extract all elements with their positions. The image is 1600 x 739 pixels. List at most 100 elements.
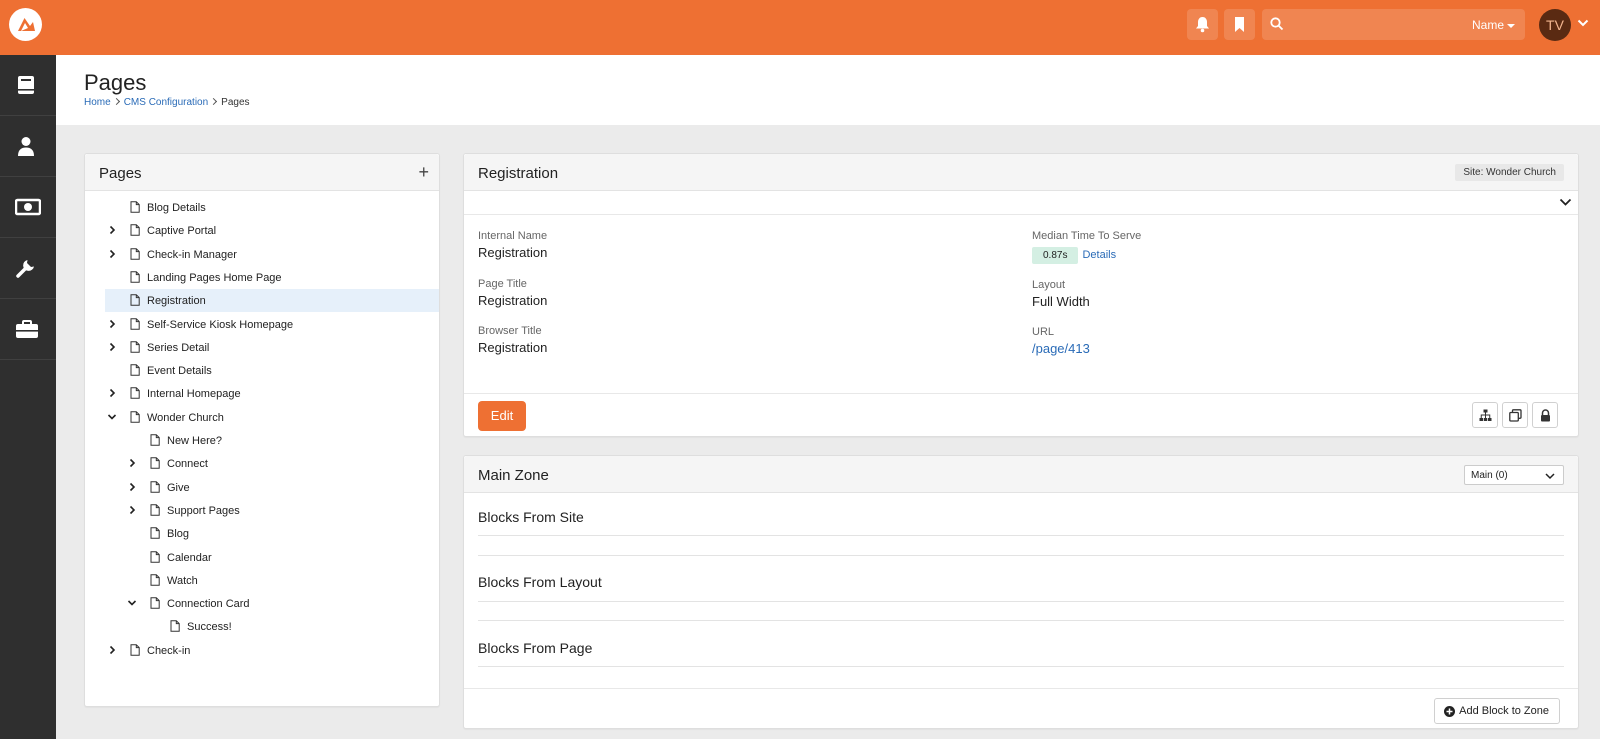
site-badge: Site: Wonder Church xyxy=(1455,164,1564,181)
tree-item-label: Landing Pages Home Page xyxy=(147,271,282,284)
page-title: Pages xyxy=(84,70,147,95)
browser-title-label: Browser Title xyxy=(478,325,542,337)
detail-collapse-bar[interactable] xyxy=(464,191,1578,215)
rock-logo[interactable] xyxy=(9,8,42,41)
file-icon xyxy=(130,643,140,656)
sidebar-item-admin-tools[interactable] xyxy=(0,238,56,299)
caret-down-icon xyxy=(1507,23,1515,28)
file-icon xyxy=(150,457,160,470)
child-pages-button[interactable] xyxy=(1472,402,1498,428)
blocks-from-page-title: Blocks From Page xyxy=(478,640,593,656)
tree-item-label: Success! xyxy=(187,621,232,634)
tree-item[interactable]: Support Pages xyxy=(105,499,439,522)
file-icon xyxy=(170,620,180,633)
chevron-right-icon[interactable] xyxy=(107,249,117,259)
tree-item[interactable]: New Here? xyxy=(105,429,439,452)
tree-item-label: Blog Details xyxy=(147,202,206,214)
file-icon xyxy=(150,504,160,516)
url-link[interactable]: /page/413 xyxy=(1032,341,1090,356)
wrench-icon xyxy=(16,260,34,278)
chevron-right-icon[interactable] xyxy=(107,342,117,352)
file-icon xyxy=(130,410,140,423)
tree-item[interactable]: Calendar xyxy=(105,546,439,569)
tree-item[interactable]: Blog Details xyxy=(105,196,439,219)
chevron-down-icon[interactable] xyxy=(1559,197,1572,207)
sidebar-item-finance[interactable] xyxy=(0,177,56,238)
tree-item-label: Captive Portal xyxy=(147,225,217,238)
pages-tree-title: Pages xyxy=(99,165,142,182)
file-icon xyxy=(150,434,160,446)
page-detail-title: Registration xyxy=(478,165,559,182)
tree-item[interactable]: Blog xyxy=(105,522,439,545)
tree-item[interactable]: Captive Portal xyxy=(105,219,439,242)
add-block-button[interactable]: Add Block to Zone xyxy=(1434,698,1560,724)
chevron-down-icon[interactable] xyxy=(107,412,117,422)
tree-item[interactable]: Wonder Church xyxy=(105,406,439,429)
copy-page-button[interactable] xyxy=(1502,402,1528,428)
bell-icon xyxy=(1196,17,1209,33)
breadcrumb-home[interactable]: Home xyxy=(84,97,111,108)
plus-circle-icon xyxy=(1444,706,1456,717)
search-filter-dropdown[interactable]: Name xyxy=(1472,18,1515,32)
breadcrumb-cms-configuration[interactable]: CMS Configuration xyxy=(124,97,208,108)
tree-item[interactable]: Connect xyxy=(105,452,439,475)
tree-item[interactable]: Give xyxy=(105,476,439,499)
bookmarks-button[interactable] xyxy=(1224,9,1255,40)
notifications-button[interactable] xyxy=(1187,9,1218,40)
file-icon xyxy=(150,573,160,586)
layout-label: Layout xyxy=(1032,279,1066,291)
file-icon xyxy=(130,340,140,353)
tree-item[interactable]: Self-Service Kiosk Homepage xyxy=(105,313,439,336)
file-icon xyxy=(130,247,140,260)
tree-item[interactable]: Connection Card xyxy=(105,592,439,615)
tree-item[interactable]: Registration xyxy=(105,289,439,313)
search-icon xyxy=(1270,17,1284,31)
chevron-right-icon[interactable] xyxy=(107,645,117,655)
search-bar[interactable]: Name xyxy=(1262,9,1525,40)
sidebar xyxy=(0,55,56,739)
tree-item-label: Registration xyxy=(147,295,206,308)
browser-title-value: Registration xyxy=(478,340,548,355)
sidebar-item-people[interactable] xyxy=(0,116,56,177)
page-detail-panel: Registration Site: Wonder Church Interna… xyxy=(463,153,1579,437)
url-field: URL /page/413 xyxy=(1032,326,1090,356)
sidebar-item-pages[interactable] xyxy=(0,55,56,116)
divider xyxy=(478,555,1564,556)
file-icon xyxy=(150,480,160,493)
pages-tree-header: Pages + xyxy=(85,154,439,191)
tree-item[interactable]: Landing Pages Home Page xyxy=(105,266,439,289)
add-page-button[interactable]: + xyxy=(418,162,429,183)
tree-item[interactable]: Success! xyxy=(105,615,439,638)
zone-select[interactable]: Main (0) xyxy=(1464,465,1564,485)
chevron-right-icon[interactable] xyxy=(107,388,117,398)
chevron-right-icon[interactable] xyxy=(127,482,137,492)
edit-button[interactable]: Edit xyxy=(478,401,526,431)
divider xyxy=(478,535,1564,536)
copy-icon xyxy=(1509,409,1522,422)
tree-item[interactable]: Series Detail xyxy=(105,336,439,359)
chevron-right-icon xyxy=(112,97,120,106)
tree-item[interactable]: Internal Homepage xyxy=(105,382,439,405)
tree-item[interactable]: Event Details xyxy=(105,359,439,382)
file-icon xyxy=(130,271,140,283)
chevron-right-icon[interactable] xyxy=(127,505,137,515)
pages-tree-panel: Pages + Blog Details Captive Portal Check-… xyxy=(84,153,440,707)
chevron-down-icon[interactable] xyxy=(1577,18,1589,28)
file-icon xyxy=(130,294,140,306)
tree-item[interactable]: Watch xyxy=(105,569,439,592)
chevron-down-icon[interactable] xyxy=(127,598,137,608)
blocks-from-site-title: Blocks From Site xyxy=(478,509,584,525)
tree-item-label: Calendar xyxy=(167,551,212,564)
tree-item[interactable]: Check-in xyxy=(105,639,439,662)
divider xyxy=(478,666,1564,667)
median-details-link[interactable]: Details xyxy=(1082,249,1116,261)
chevron-right-icon[interactable] xyxy=(107,225,117,235)
sidebar-item-tools[interactable] xyxy=(0,299,56,360)
user-avatar[interactable]: TV xyxy=(1539,9,1571,41)
zone-footer: Add Block to Zone xyxy=(464,688,1578,730)
chevron-right-icon[interactable] xyxy=(127,458,137,468)
file-icon xyxy=(150,597,160,609)
chevron-right-icon[interactable] xyxy=(107,319,117,329)
tree-item[interactable]: Check-in Manager xyxy=(105,243,439,266)
page-security-button[interactable] xyxy=(1532,402,1558,428)
